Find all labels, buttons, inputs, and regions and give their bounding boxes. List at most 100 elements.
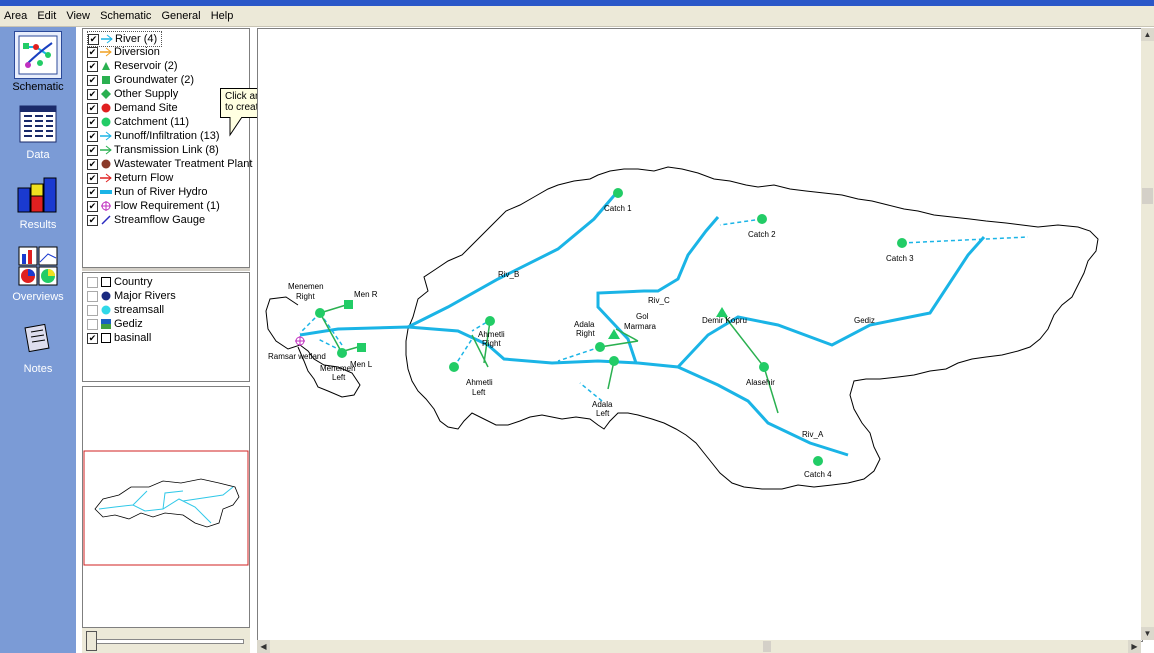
flow-requirement-node[interactable] xyxy=(295,336,305,346)
legend-checkbox[interactable]: ✔ xyxy=(87,46,98,58)
menu-bar: Area Edit View Schematic General Help xyxy=(0,6,1154,27)
legend-checkbox[interactable]: ✔ xyxy=(87,200,98,212)
legend-item-reservoir[interactable]: ✔ Reservoir (2) xyxy=(87,59,178,73)
catchment-node[interactable] xyxy=(897,238,907,248)
schematic-map[interactable]: Catch 1 Catch 2 Catch 3 Catch 4 Riv_B Ri… xyxy=(258,29,1142,641)
legend-checkbox[interactable]: ✔ xyxy=(87,60,98,72)
basin-outline xyxy=(405,166,1099,490)
nav-notes-button[interactable]: Notes xyxy=(6,315,70,375)
layer-item-gediz[interactable]: Gediz xyxy=(87,317,143,331)
legend-checkbox[interactable]: ✔ xyxy=(87,144,98,156)
label-riv-b: Riv_B xyxy=(498,270,519,279)
legend-item-catchment[interactable]: ✔ Catchment (11) xyxy=(87,115,189,129)
nav-overviews-button[interactable]: Overviews xyxy=(6,243,70,303)
menu-help[interactable]: Help xyxy=(207,6,237,22)
horizontal-scrollbar[interactable]: ◀ ▶ xyxy=(257,640,1141,653)
scroll-up-icon[interactable]: ▲ xyxy=(1141,28,1154,41)
label-adala-right-2: Right xyxy=(576,329,595,338)
legend-checkbox[interactable]: ✔ xyxy=(87,214,98,226)
menu-schematic[interactable]: Schematic xyxy=(96,6,154,22)
nav-notes-label: Notes xyxy=(23,363,53,375)
menu-general[interactable]: General xyxy=(157,6,203,22)
legend-item-return-flow[interactable]: ✔ Return Flow xyxy=(87,171,173,185)
legend-item-diversion[interactable]: ✔ Diversion xyxy=(87,45,160,59)
catchment-node[interactable] xyxy=(595,342,605,352)
slider-thumb[interactable] xyxy=(86,631,97,651)
return-flow-arrow-icon xyxy=(100,172,112,184)
label-menemen-right-2: Right xyxy=(296,292,315,301)
legend-item-demand-site[interactable]: ✔ Demand Site xyxy=(87,101,178,115)
legend-item-hydro[interactable]: ✔ Run of River Hydro xyxy=(87,185,208,199)
nav-schematic-button[interactable]: Schematic xyxy=(6,31,70,93)
catchment-node[interactable] xyxy=(315,308,325,318)
nav-data-label: Data xyxy=(26,149,50,161)
schematic-canvas[interactable]: Catch 1 Catch 2 Catch 3 Catch 4 Riv_B Ri… xyxy=(257,28,1143,642)
legend-item-runoff[interactable]: ✔ Runoff/Infiltration (13) xyxy=(87,129,220,143)
catchment-node[interactable] xyxy=(813,456,823,466)
country-layer-icon xyxy=(100,276,112,288)
legend-item-transmission[interactable]: ✔ Transmission Link (8) xyxy=(87,143,219,157)
catchment-node[interactable] xyxy=(759,362,769,372)
legend-checkbox[interactable]: ✔ xyxy=(87,102,98,114)
panel-splitter[interactable] xyxy=(82,268,250,271)
layer-item-streams[interactable]: streamsall xyxy=(87,303,164,317)
catchment-node[interactable] xyxy=(449,362,459,372)
legend-item-gauge[interactable]: ✔ Streamflow Gauge xyxy=(87,213,205,227)
groundwater-node[interactable] xyxy=(357,343,366,352)
layer-label: Gediz xyxy=(114,318,143,330)
layer-checkbox[interactable] xyxy=(87,318,98,330)
nav-data-button[interactable]: Data xyxy=(6,101,70,161)
legend-label: Other Supply xyxy=(114,88,179,100)
scroll-left-icon[interactable]: ◀ xyxy=(257,640,270,653)
overview-minimap[interactable] xyxy=(82,386,250,628)
legend-item-groundwater[interactable]: ✔ Groundwater (2) xyxy=(87,73,194,87)
legend-label: Return Flow xyxy=(114,172,174,184)
layer-checkbox[interactable] xyxy=(87,290,98,302)
legend-item-other-supply[interactable]: ✔ Other Supply xyxy=(87,87,178,101)
catchment-node[interactable] xyxy=(757,214,767,224)
legend-checkbox[interactable]: ✔ xyxy=(87,130,98,142)
legend-checkbox[interactable]: ✔ xyxy=(87,74,98,86)
label-riv-c: Riv_C xyxy=(648,296,670,305)
catchment-node[interactable] xyxy=(609,356,619,366)
catchment-node[interactable] xyxy=(485,316,495,326)
scroll-down-icon[interactable]: ▼ xyxy=(1141,627,1154,640)
legend-item-wwtp[interactable]: ✔ Wastewater Treatment Plant xyxy=(87,157,252,171)
legend-item-flow-requirement[interactable]: ✔ Flow Requirement (1) xyxy=(87,199,220,213)
menu-edit[interactable]: Edit xyxy=(33,6,59,22)
runoff-link xyxy=(557,346,601,362)
legend-checkbox[interactable]: ✔ xyxy=(87,88,98,100)
label-adala-left-2: Left xyxy=(596,409,610,418)
scroll-right-icon[interactable]: ▶ xyxy=(1128,640,1141,653)
legend-checkbox[interactable]: ✔ xyxy=(87,186,98,198)
catchment-node[interactable] xyxy=(337,348,347,358)
label-alasehir: Alasehir xyxy=(746,378,775,387)
runoff-link xyxy=(901,236,1029,244)
layer-item-major-rivers[interactable]: Major Rivers xyxy=(87,289,176,303)
scroll-thumb-v[interactable] xyxy=(1142,188,1153,204)
layer-item-basinall[interactable]: ✔ basinall xyxy=(87,331,151,345)
notes-icon xyxy=(15,315,61,361)
nav-results-label: Results xyxy=(19,219,57,231)
transmission-link xyxy=(763,366,779,414)
scroll-thumb-h[interactable] xyxy=(763,641,771,652)
menu-view[interactable]: View xyxy=(62,6,93,22)
groundwater-node[interactable] xyxy=(344,300,353,309)
data-table-icon xyxy=(15,101,61,147)
legend-label: Streamflow Gauge xyxy=(114,214,206,226)
vertical-scrollbar[interactable]: ▲ ▼ xyxy=(1141,28,1154,640)
nav-results-button[interactable]: Results xyxy=(6,171,70,231)
label-catch1: Catch 1 xyxy=(604,204,632,213)
layer-checkbox[interactable] xyxy=(87,276,98,288)
layer-checkbox[interactable]: ✔ xyxy=(87,332,98,344)
legend-checkbox[interactable]: ✔ xyxy=(88,33,99,45)
layer-checkbox[interactable] xyxy=(87,304,98,316)
zoom-slider[interactable] xyxy=(82,628,250,653)
major-rivers-icon xyxy=(100,290,112,302)
layer-item-country[interactable]: Country xyxy=(87,275,153,289)
legend-checkbox[interactable]: ✔ xyxy=(87,158,98,170)
legend-checkbox[interactable]: ✔ xyxy=(87,172,98,184)
catchment-node[interactable] xyxy=(613,188,623,198)
legend-checkbox[interactable]: ✔ xyxy=(87,116,98,128)
menu-area[interactable]: Area xyxy=(0,6,30,22)
